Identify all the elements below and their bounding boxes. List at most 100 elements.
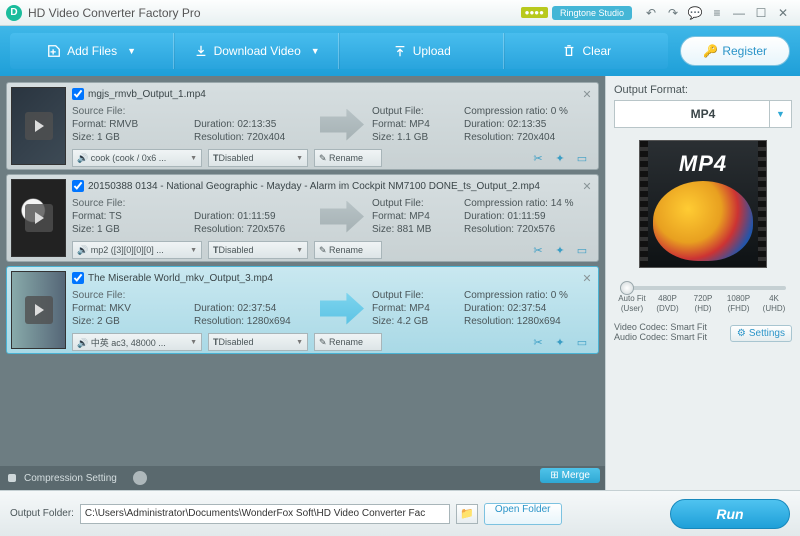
bottom-bar: Output Folder: C:\Users\Administrator\Do… — [0, 490, 800, 536]
download-icon — [194, 44, 208, 58]
edit-icon[interactable]: ▭ — [574, 242, 590, 258]
subtitle-select[interactable]: T Disabled▼ — [208, 333, 308, 351]
play-icon[interactable] — [25, 296, 53, 324]
rename-button[interactable]: ✎ Rename — [314, 333, 382, 351]
effects-icon[interactable]: ✦ — [552, 334, 568, 350]
resolution-tick[interactable]: 1080P(FHD) — [723, 294, 755, 314]
file-info: Source File: Format: RMVB Size: 1 GB Dur… — [72, 103, 594, 146]
resolution-tick[interactable]: 480P(DVD) — [652, 294, 684, 314]
trash-icon — [562, 44, 576, 58]
compression-bar: Compression Setting — [0, 466, 605, 490]
file-list: mgjs_rmvb_Output_1.mp4 ✕ Source File: Fo… — [0, 76, 605, 466]
compression-slider[interactable] — [133, 471, 147, 485]
run-button[interactable]: Run — [670, 499, 790, 529]
resolution-track[interactable] — [620, 286, 786, 290]
file-checkbox[interactable] — [72, 272, 84, 284]
audio-track-select[interactable]: 🔊 cook (cook / 0x6 ...▼ — [72, 149, 202, 167]
video-thumbnail[interactable] — [11, 271, 66, 349]
output-col: Output File: Format: MP4 Size: 1.1 GB — [372, 105, 460, 144]
audio-track-select[interactable]: 🔊 mp2 ([3][0][0][0] ...▼ — [72, 241, 202, 259]
subtitle-select[interactable]: T Disabled▼ — [208, 241, 308, 259]
menu-icon[interactable]: ≡ — [706, 4, 728, 22]
file-item[interactable]: mgjs_rmvb_Output_1.mp4 ✕ Source File: Fo… — [6, 82, 599, 170]
file-tools: ✂ ✦ ▭ — [530, 150, 594, 166]
remove-file-icon[interactable]: ✕ — [580, 87, 594, 101]
codec-row: Video Codec: Smart Fit Audio Codec: Smar… — [614, 322, 792, 342]
open-folder-button[interactable]: Open Folder — [484, 503, 562, 525]
file-controls: 🔊 中英 ac3, 48000 ...▼ T Disabled▼ ✎ Renam… — [72, 332, 594, 352]
remove-file-icon[interactable]: ✕ — [580, 271, 594, 285]
output-format-card[interactable]: MP4 — [639, 140, 767, 268]
file-header: mgjs_rmvb_Output_1.mp4 ✕ — [72, 86, 594, 103]
resolution-tick[interactable]: 720P(HD) — [687, 294, 719, 314]
clear-button[interactable]: Clear — [504, 33, 668, 69]
arrow-icon — [320, 201, 364, 233]
edit-icon[interactable]: ▭ — [574, 334, 590, 350]
app-title: HD Video Converter Factory Pro — [28, 6, 201, 20]
crop-icon[interactable]: ✂ — [530, 150, 546, 166]
play-icon[interactable] — [25, 204, 53, 232]
file-name: mgjs_rmvb_Output_1.mp4 — [88, 89, 206, 100]
register-label: Register — [722, 44, 767, 58]
undo-icon[interactable]: ↶ — [640, 4, 662, 22]
settings-button[interactable]: ⚙ Settings — [730, 325, 792, 342]
upload-label: Upload — [413, 44, 451, 58]
file-info: Source File: Format: MKV Size: 2 GB Dura… — [72, 287, 594, 330]
resolution-tick[interactable]: Auto Fit(User) — [616, 294, 648, 314]
file-item[interactable]: 20150388 0134 - National Geographic - Ma… — [6, 174, 599, 262]
edit-icon[interactable]: ▭ — [574, 150, 590, 166]
crop-icon[interactable]: ✂ — [530, 242, 546, 258]
ringtone-studio-button[interactable]: Ringtone Studio — [552, 6, 632, 20]
file-checkbox[interactable] — [72, 88, 84, 100]
crop-icon[interactable]: ✂ — [530, 334, 546, 350]
file-item[interactable]: The Miserable World_mkv_Output_3.mp4 ✕ S… — [6, 266, 599, 354]
file-checkbox[interactable] — [72, 180, 84, 192]
download-video-button[interactable]: Download Video ▼ — [174, 33, 339, 69]
register-button[interactable]: 🔑 Register — [680, 36, 790, 66]
effects-icon[interactable]: ✦ — [552, 150, 568, 166]
audio-track-select[interactable]: 🔊 中英 ac3, 48000 ...▼ — [72, 333, 202, 351]
rename-button[interactable]: ✎ Rename — [314, 241, 382, 259]
compression-label: Compression Setting — [24, 473, 117, 484]
output-folder-path[interactable]: C:\Users\Administrator\Documents\WonderF… — [80, 504, 450, 524]
upload-icon — [393, 44, 407, 58]
source-col: Source File: Format: RMVB Size: 1 GB — [72, 105, 190, 144]
subtitle-select[interactable]: T Disabled▼ — [208, 149, 308, 167]
file-body: The Miserable World_mkv_Output_3.mp4 ✕ S… — [70, 267, 598, 353]
video-thumbnail[interactable] — [11, 179, 66, 257]
settings-label: Settings — [749, 328, 785, 339]
file-header: The Miserable World_mkv_Output_3.mp4 ✕ — [72, 270, 594, 287]
file-name: 20150388 0134 - National Geographic - Ma… — [88, 181, 540, 192]
audio-codec-label: Audio Codec: Smart Fit — [614, 332, 707, 342]
add-files-button[interactable]: Add Files ▼ — [10, 33, 174, 69]
remove-file-icon[interactable]: ✕ — [580, 179, 594, 193]
key-icon: 🔑 — [703, 44, 718, 58]
close-icon[interactable]: ✕ — [772, 4, 794, 22]
compression-checkbox[interactable] — [8, 474, 16, 482]
output-folder-label: Output Folder: — [10, 508, 74, 519]
file-info: Source File: Format: TS Size: 1 GB Durat… — [72, 195, 594, 238]
file-tools: ✂ ✦ ▭ — [530, 334, 594, 350]
maximize-icon[interactable]: ☐ — [750, 4, 772, 22]
minimize-icon[interactable]: — — [728, 4, 750, 22]
play-icon[interactable] — [25, 112, 53, 140]
chevron-down-icon: ▼ — [311, 46, 320, 56]
output-format-select[interactable]: MP4 ▼ — [614, 100, 792, 128]
effects-icon[interactable]: ✦ — [552, 242, 568, 258]
browse-folder-button[interactable]: 📁 — [456, 504, 478, 524]
merge-label: Merge — [562, 470, 590, 481]
rename-button[interactable]: ✎ Rename — [314, 149, 382, 167]
upload-button[interactable]: Upload — [339, 33, 504, 69]
file-tools: ✂ ✦ ▭ — [530, 242, 594, 258]
source-col2: Duration: 01:11:59 Resolution: 720x576 — [194, 197, 312, 236]
merge-icon: ⊞ — [550, 470, 558, 481]
file-body: mgjs_rmvb_Output_1.mp4 ✕ Source File: Fo… — [70, 83, 598, 169]
video-thumbnail[interactable] — [11, 87, 66, 165]
merge-button[interactable]: ⊞ Merge — [540, 468, 600, 483]
resolution-handle[interactable] — [620, 281, 634, 295]
resolution-tick[interactable]: 4K(UHD) — [758, 294, 790, 314]
redo-icon[interactable]: ↷ — [662, 4, 684, 22]
chevron-down-icon: ▼ — [127, 46, 136, 56]
compression-col: Compression ratio: 0 % Duration: 02:13:3… — [464, 105, 594, 144]
chat-icon[interactable]: 💬 — [684, 4, 706, 22]
